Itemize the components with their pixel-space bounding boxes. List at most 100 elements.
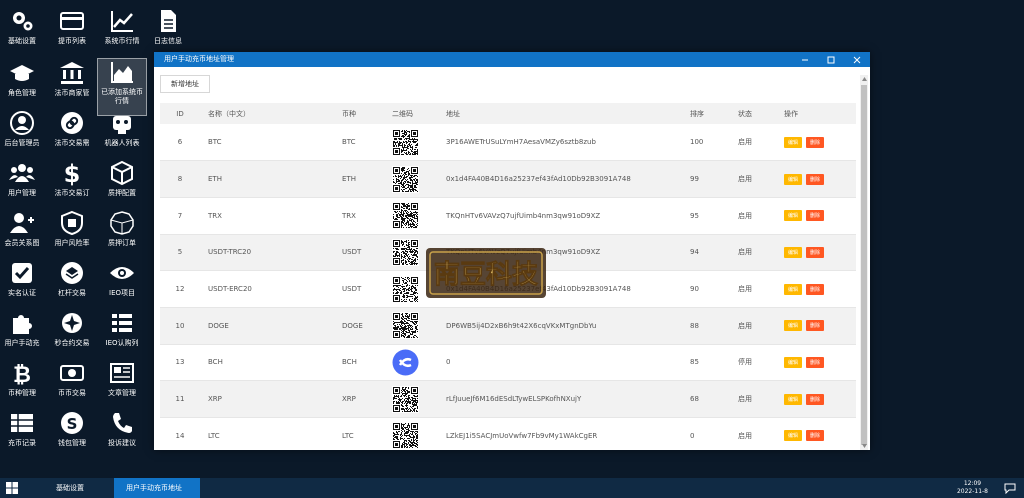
desktop-shortcut-label: 质押订单: [108, 239, 136, 247]
table-header-row: ID 名称（中文） 币种 二维码 地址 排序 状态 操作: [160, 103, 856, 124]
desktop-shortcut-gears[interactable]: 基础设置: [0, 8, 47, 54]
edit-button[interactable]: 编辑: [784, 356, 803, 368]
desktop-shortcut-dodecagon[interactable]: 质押订单: [97, 210, 147, 256]
add-address-button[interactable]: 新增地址: [160, 75, 210, 93]
delete-button[interactable]: 删除: [806, 320, 825, 332]
taskbar-item-basic-settings[interactable]: 基础设置: [44, 478, 114, 498]
notification-icon[interactable]: [1004, 482, 1016, 495]
rebel-icon: [59, 310, 85, 336]
close-button[interactable]: [844, 52, 870, 67]
qr-code-icon[interactable]: [392, 275, 419, 303]
cell-status: 启用: [738, 395, 752, 404]
cell-id: 12: [175, 285, 185, 294]
bitcoin-icon: ₿: [9, 360, 35, 386]
desktop-shortcut-users[interactable]: 用户管理: [0, 160, 47, 206]
cell-status: 启用: [738, 285, 752, 294]
desktop-shortcut-line-chart[interactable]: 系统币行情: [97, 8, 147, 54]
desktop-shortcut-puzzle[interactable]: 用户手动充: [0, 310, 47, 356]
desktop-shortcut-card[interactable]: 提币列表: [47, 8, 97, 54]
desktop-shortcut-rebel[interactable]: 秒合约交易: [47, 310, 97, 356]
delete-button[interactable]: 删除: [806, 283, 825, 295]
desktop-shortcut-cube[interactable]: 质押配置: [97, 160, 147, 206]
desktop-shortcut-bitcoin[interactable]: ₿ 币种管理: [0, 360, 47, 406]
desktop-shortcut-label: 已添加系统币行情: [101, 88, 143, 105]
delete-button[interactable]: 删除: [806, 210, 825, 222]
delete-button[interactable]: 删除: [806, 173, 825, 185]
desktop-shortcut-robot[interactable]: 机器人列表: [97, 110, 147, 156]
desktop-shortcut-shield[interactable]: 用户风险率: [47, 210, 97, 256]
vertical-scrollbar[interactable]: [860, 75, 868, 450]
desktop-shortcut-phone[interactable]: 投诉建议: [97, 410, 147, 456]
desktop-shortcut-link-circle[interactable]: 法币交易需: [47, 110, 97, 156]
delete-button[interactable]: 删除: [806, 136, 825, 148]
desktop-shortcut-dollar[interactable]: $ 法币交易订: [47, 160, 97, 206]
edit-button[interactable]: 编辑: [784, 283, 803, 295]
cell-id: 5: [177, 248, 183, 257]
delete-button[interactable]: 删除: [806, 393, 825, 405]
cell-coin: TRX: [342, 211, 356, 220]
dollar-icon: $: [59, 160, 85, 186]
qr-code-icon[interactable]: [392, 385, 419, 413]
desktop-shortcut-layers-circle[interactable]: 杠杆交易: [47, 260, 97, 306]
maximize-icon: [827, 56, 835, 63]
scroll-up-arrow-icon[interactable]: [860, 75, 868, 83]
taskbar-item-address-management[interactable]: 用户手动充币地址管理: [114, 478, 200, 498]
clock-date: 2022-11-8: [956, 488, 988, 495]
desktop-shortcut-label: IEO认购列: [105, 339, 139, 347]
edit-button[interactable]: 编辑: [784, 136, 803, 148]
desktop-shortcut-list-grid[interactable]: IEO认购列: [97, 310, 147, 356]
delete-button[interactable]: 删除: [806, 246, 825, 258]
desktop-shortcut-document[interactable]: 日志信息: [143, 8, 193, 54]
desktop-shortcut-label: 实名认证: [8, 289, 36, 297]
watermark-logo: 南豆科技: [424, 244, 548, 302]
windows-start-icon[interactable]: [6, 482, 18, 494]
delete-button[interactable]: 删除: [806, 356, 825, 368]
qr-code-icon[interactable]: [392, 312, 419, 340]
edit-button[interactable]: 编辑: [784, 320, 803, 332]
desktop-shortcut-newspaper[interactable]: 文章管理: [97, 360, 147, 406]
qr-code-icon[interactable]: [392, 422, 419, 450]
maximize-button[interactable]: [818, 52, 844, 67]
cell-name: DOGE: [208, 321, 229, 330]
desktop-shortcut-user-plus[interactable]: 会员关系图: [0, 210, 47, 256]
line-chart-icon: [109, 8, 135, 34]
cell-sort: 100: [690, 138, 704, 147]
svg-text:南豆科技: 南豆科技: [434, 260, 538, 290]
desktop-shortcut-bank[interactable]: 法币商家管: [47, 60, 97, 106]
cell-address: LZkEJ1i5SACJmUoVwfw7Fb9vMy1WAkCgER: [446, 431, 598, 440]
header-sort: 排序: [690, 109, 704, 118]
desktop-shortcut-checkbox[interactable]: 实名认证: [0, 260, 47, 306]
coin-logo-icon[interactable]: [392, 349, 419, 376]
scroll-down-arrow-icon[interactable]: [860, 442, 868, 450]
edit-button[interactable]: 编辑: [784, 173, 803, 185]
cell-ops: 编辑 删除: [776, 234, 856, 271]
minimize-button[interactable]: [792, 52, 818, 67]
desktop-shortcut-user-circle[interactable]: 后台管理员: [0, 110, 47, 156]
desktop-shortcut-money[interactable]: 币币交易: [47, 360, 97, 406]
desktop-shortcut-label: 日志信息: [154, 37, 182, 45]
qr-code-icon[interactable]: [392, 128, 419, 156]
desktop-icon-grid: 基础设置 提币列表 系统币行情 日志信息角色管理 法币商家管 已添加系统币行情后台管理员法…: [0, 0, 182, 470]
qr-code-icon[interactable]: [392, 165, 419, 193]
qr-code-icon[interactable]: [392, 202, 419, 230]
system-clock[interactable]: 12:09 2022-11-8: [957, 480, 988, 496]
edit-button[interactable]: 编辑: [784, 246, 803, 258]
cell-ops: 编辑 删除: [776, 161, 856, 198]
desktop-shortcut-eye[interactable]: IEO项目: [97, 260, 147, 306]
scrollbar-thumb[interactable]: [861, 85, 867, 445]
window-titlebar[interactable]: 用户手动充币地址管理: [154, 52, 870, 67]
desktop-shortcut-label: 杠杆交易: [58, 289, 86, 297]
qr-code-icon[interactable]: [392, 238, 419, 266]
cell-sort: 99: [690, 175, 699, 184]
delete-button[interactable]: 删除: [806, 430, 825, 442]
table-icon: [9, 410, 35, 436]
bank-icon: [59, 60, 85, 86]
edit-button[interactable]: 编辑: [784, 430, 803, 442]
desktop-shortcut-table[interactable]: 充币记录: [0, 410, 47, 456]
desktop-shortcut-graduation-cap[interactable]: 角色管理: [0, 60, 47, 106]
desktop-shortcut-area-chart[interactable]: 已添加系统币行情: [97, 58, 147, 116]
desktop-shortcut-skype[interactable]: S 钱包管理: [47, 410, 97, 456]
edit-button[interactable]: 编辑: [784, 393, 803, 405]
edit-button[interactable]: 编辑: [784, 210, 803, 222]
cell-qr: [384, 344, 438, 381]
